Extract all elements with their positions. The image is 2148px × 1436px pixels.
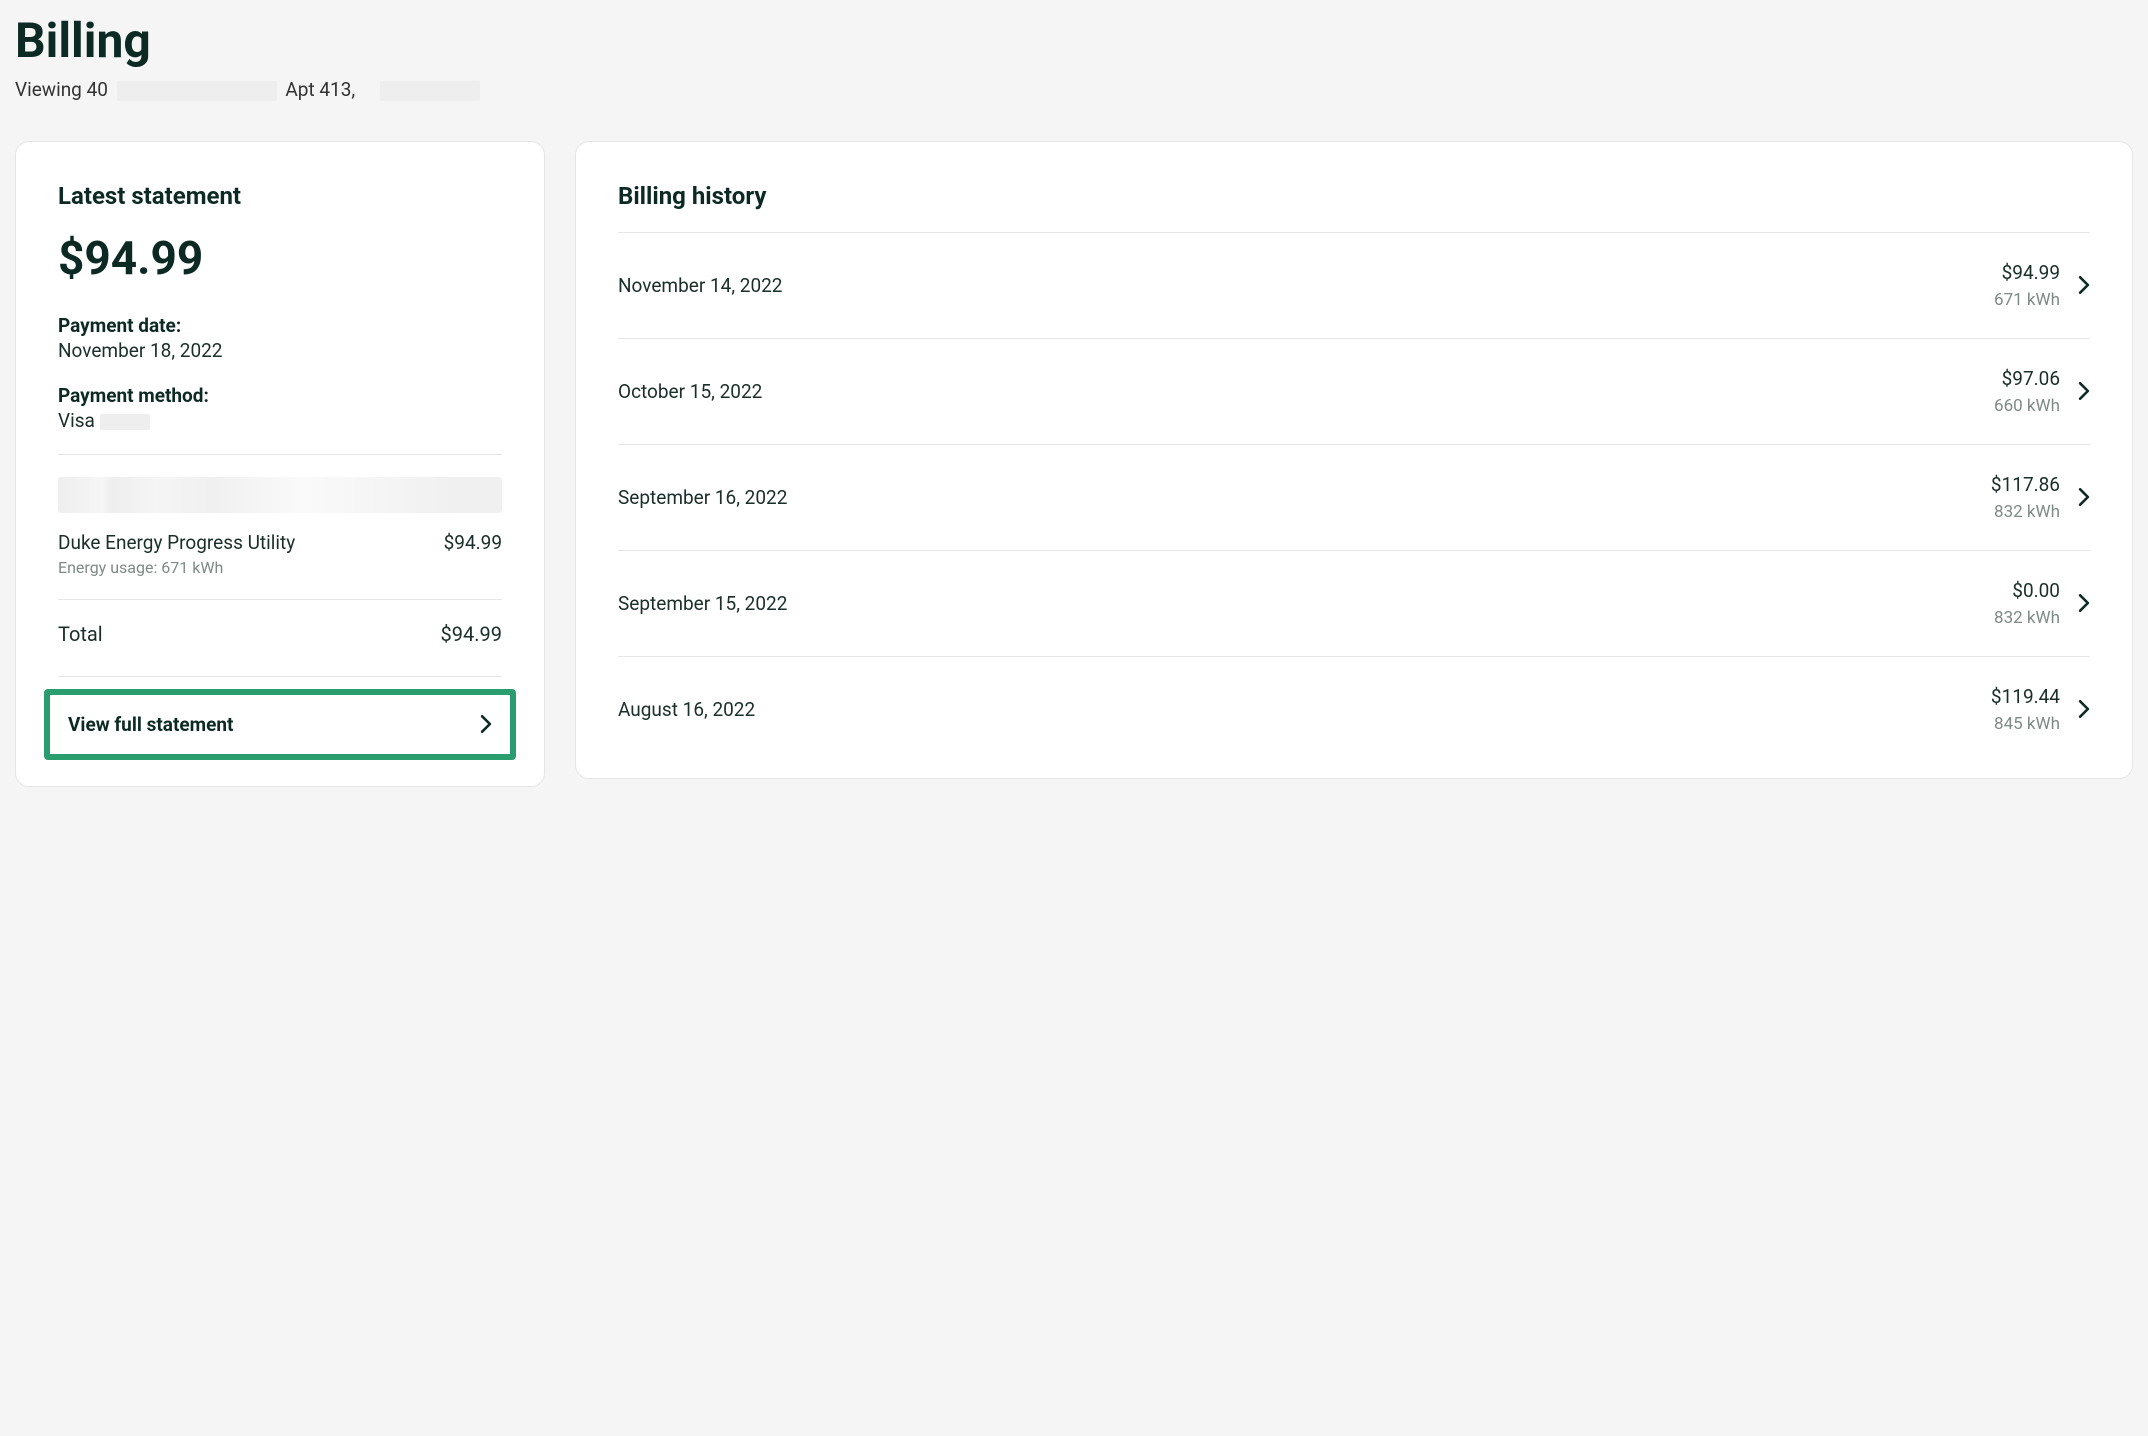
total-label: Total	[58, 622, 103, 646]
history-date: October 15, 2022	[618, 380, 1994, 403]
redacted-block	[100, 414, 150, 430]
chevron-right-icon	[480, 715, 492, 733]
history-amount: $119.44	[1991, 685, 2060, 708]
chevron-right-icon	[2078, 594, 2090, 612]
payment-method-value: Visa	[58, 409, 502, 432]
redacted-block	[380, 81, 480, 101]
latest-statement-card: Latest statement $94.99 Payment date: No…	[15, 141, 545, 787]
total-row: Total $94.99	[58, 600, 502, 676]
billing-history-item[interactable]: October 15, 2022$97.06 660 kWh	[618, 339, 2090, 445]
billing-history-title: Billing history	[618, 182, 2090, 210]
page-title: Billing	[15, 15, 2133, 68]
history-values: $97.06 660 kWh	[1994, 367, 2060, 416]
payment-date-value: November 18, 2022	[58, 339, 502, 362]
history-date: November 14, 2022	[618, 274, 1994, 297]
history-amount: $97.06	[1994, 367, 2060, 390]
billing-history-item[interactable]: September 16, 2022$117.86 832 kWh	[618, 445, 2090, 551]
chevron-right-icon	[2078, 382, 2090, 400]
history-usage: 832 kWh	[1994, 608, 2060, 628]
billing-history-item[interactable]: September 15, 2022$0.00 832 kWh	[618, 551, 2090, 657]
billing-history-list: November 14, 2022$94.99 671 kWh October 15…	[618, 232, 2090, 738]
history-values: $117.86 832 kWh	[1991, 473, 2060, 522]
address-line: Viewing 40 Apt 413,	[15, 78, 2133, 101]
divider	[58, 454, 502, 455]
charge-amount: $94.99	[444, 531, 502, 554]
history-date: September 15, 2022	[618, 592, 1994, 615]
billing-history-item[interactable]: August 16, 2022$119.44 845 kWh	[618, 657, 2090, 738]
total-amount: $94.99	[441, 622, 502, 646]
history-date: August 16, 2022	[618, 698, 1991, 721]
view-full-statement-button[interactable]: View full statement	[50, 695, 510, 754]
payment-method-card: Visa	[58, 409, 95, 432]
history-usage: 832 kWh	[1991, 502, 2060, 522]
usage-note: Energy usage: 671 kWh	[58, 558, 502, 577]
payment-method-label: Payment method:	[58, 384, 502, 407]
history-values: $119.44 845 kWh	[1991, 685, 2060, 734]
view-full-statement-highlight: View full statement	[44, 689, 516, 760]
history-date: September 16, 2022	[618, 486, 1991, 509]
chevron-right-icon	[2078, 700, 2090, 718]
billing-history-item[interactable]: November 14, 2022$94.99 671 kWh	[618, 233, 2090, 339]
payment-date-label: Payment date:	[58, 314, 502, 337]
billing-history-card: Billing history November 14, 2022$94.99 6…	[575, 141, 2133, 779]
chevron-right-icon	[2078, 488, 2090, 506]
address-prefix: Viewing 40	[15, 78, 108, 101]
redacted-block	[117, 81, 277, 101]
history-usage: 671 kWh	[1994, 290, 2060, 310]
history-usage: 845 kWh	[1991, 714, 2060, 734]
charge-line-item: Duke Energy Progress Utility $94.99	[58, 531, 502, 554]
history-usage: 660 kWh	[1994, 396, 2060, 416]
redacted-block	[58, 477, 502, 513]
address-apt: Apt 413,	[285, 78, 355, 101]
chevron-right-icon	[2078, 276, 2090, 294]
history-values: $0.00 832 kWh	[1994, 579, 2060, 628]
history-amount: $0.00	[1994, 579, 2060, 602]
charge-name: Duke Energy Progress Utility	[58, 531, 295, 554]
view-full-statement-label: View full statement	[68, 713, 233, 736]
history-values: $94.99 671 kWh	[1994, 261, 2060, 310]
latest-statement-title: Latest statement	[58, 182, 502, 210]
history-amount: $117.86	[1991, 473, 2060, 496]
latest-amount: $94.99	[58, 232, 502, 286]
history-amount: $94.99	[1994, 261, 2060, 284]
